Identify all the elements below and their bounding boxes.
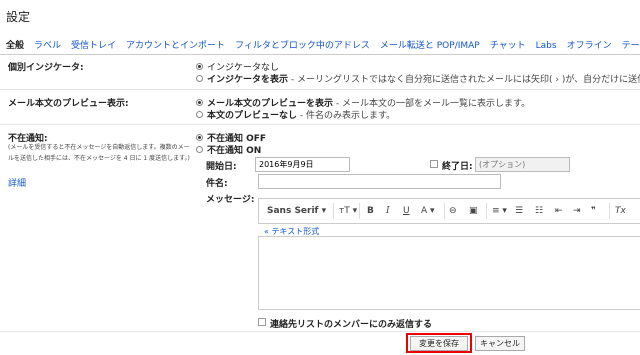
underline-icon[interactable]: U xyxy=(403,206,410,216)
chevron-down-icon: ▾ xyxy=(321,206,327,216)
align-icon[interactable]: ≡ ▾ xyxy=(492,206,507,216)
indent-less-icon[interactable]: ⇤ xyxy=(555,206,563,216)
end-date-checkbox[interactable] xyxy=(430,160,438,168)
font-size-icon[interactable]: тT ▾ xyxy=(339,206,357,216)
start-date-label: 開始日: xyxy=(206,162,237,172)
tab-general[interactable]: 全般 xyxy=(6,38,24,51)
page-title: 設定 xyxy=(6,10,31,24)
contacts-only-checkbox[interactable] xyxy=(258,318,266,326)
section-divider xyxy=(0,331,640,332)
tab-accounts[interactable]: アカウントとインポート xyxy=(126,38,225,51)
indicator-label: 個別インジケータ: xyxy=(8,63,84,73)
message-label: メッセージ: xyxy=(206,195,255,205)
section-divider xyxy=(0,89,640,90)
radio-icon[interactable] xyxy=(196,134,203,141)
tab-inbox[interactable]: 受信トレイ xyxy=(71,38,116,51)
settings-tabs: 全般 ラベル 受信トレイ アカウントとインポート フィルタとブロック中のアドレス メール転… xyxy=(0,38,640,54)
vacation-note: (メールを受信すると不在メッセージを自動返信します。複数のメールを送信した相手に… xyxy=(8,144,190,162)
toolbar-divider xyxy=(609,203,610,219)
tab-labels[interactable]: ラベル xyxy=(34,38,61,51)
link-icon[interactable]: ⊖ xyxy=(449,206,457,216)
tab-themes[interactable]: テーマ xyxy=(622,38,640,51)
tab-chat[interactable]: チャット xyxy=(490,38,526,51)
radio-icon[interactable] xyxy=(196,75,203,82)
message-editor[interactable] xyxy=(258,236,640,310)
preview-option-none[interactable]: 本文のプレビューなし - 件名のみ表示します。 xyxy=(196,108,395,121)
toolbar-divider xyxy=(486,203,487,219)
toolbar-divider xyxy=(359,203,360,219)
indicator-option-show[interactable]: インジケータを表示 - メーリングリストではなく自分宛に送信されたメールには矢印… xyxy=(196,72,640,85)
cancel-button[interactable]: キャンセル xyxy=(475,336,525,351)
vacation-on-option[interactable]: 不在通知 ON xyxy=(196,143,261,156)
radio-icon[interactable] xyxy=(196,63,203,70)
tab-labs[interactable]: Labs xyxy=(536,41,557,51)
indent-more-icon[interactable]: ⇥ xyxy=(573,206,581,216)
toolbar-divider xyxy=(333,203,334,219)
font-family-select[interactable]: Sans Serif ▾ xyxy=(267,206,326,216)
tabs-divider xyxy=(0,54,640,55)
end-date-label: 終了日: xyxy=(442,162,473,172)
tab-filters[interactable]: フィルタとブロック中のアドレス xyxy=(235,38,370,51)
details-link[interactable]: 詳細 xyxy=(8,176,26,189)
italic-icon[interactable]: I xyxy=(386,206,390,216)
toolbar-divider xyxy=(444,203,445,219)
image-icon[interactable]: ▣ xyxy=(469,206,478,216)
tab-offline[interactable]: オフライン xyxy=(567,38,612,51)
end-date-input[interactable] xyxy=(475,157,570,172)
tab-forwarding[interactable]: メール転送と POP/IMAP xyxy=(380,38,480,51)
subject-label: 件名: xyxy=(206,179,228,189)
clear-formatting-icon[interactable]: Tx xyxy=(615,206,626,216)
radio-icon[interactable] xyxy=(196,99,203,106)
contacts-only-label: 連絡先リストのメンバーにのみ返信する xyxy=(270,320,433,330)
preview-label: メール本文のプレビュー表示: xyxy=(8,99,129,109)
text-color-icon[interactable]: A ▾ xyxy=(421,206,435,216)
radio-icon[interactable] xyxy=(196,111,203,118)
subject-input[interactable] xyxy=(258,174,501,189)
numbered-list-icon[interactable]: ☰ xyxy=(515,206,523,216)
quote-icon[interactable]: ❞ xyxy=(591,206,596,216)
section-divider xyxy=(0,124,640,125)
bulleted-list-icon[interactable]: ☷ xyxy=(535,206,543,216)
radio-icon[interactable] xyxy=(196,146,203,153)
formatting-toolbar: Sans Serif ▾ тT ▾ B I U A ▾ ⊖ ▣ ≡ ▾ ☰ ☷ … xyxy=(258,198,640,224)
bold-icon[interactable]: B xyxy=(367,206,374,216)
start-date-input[interactable] xyxy=(255,157,350,172)
save-button[interactable]: 変更を保存 xyxy=(410,336,468,351)
